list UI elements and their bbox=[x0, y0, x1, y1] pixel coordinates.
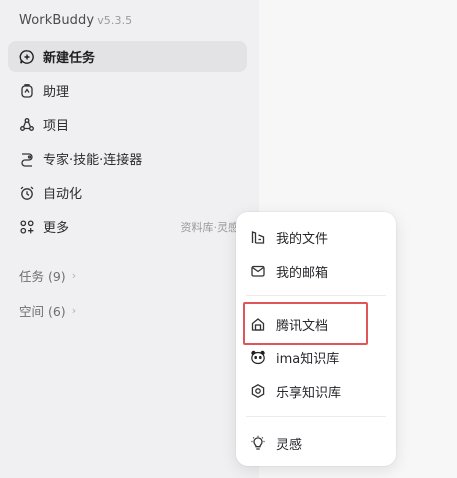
assistant-label: 助理 bbox=[43, 85, 70, 100]
sidebar: WorkBuddy v5.3.5 新建任务 助理 项目 专家·技能·连接器 自动… bbox=[0, 0, 259, 478]
my-files-label: 我的文件 bbox=[276, 231, 329, 247]
app-version: v5.3.5 bbox=[97, 14, 133, 27]
sidebar-item-assistant[interactable]: 助理 bbox=[8, 75, 247, 106]
tencent-docs-icon bbox=[250, 316, 266, 332]
inspiration-label: 灵感 bbox=[276, 437, 303, 453]
experts-icon bbox=[19, 151, 35, 167]
menu-divider bbox=[246, 416, 386, 417]
new-task-button[interactable]: 新建任务 bbox=[8, 41, 247, 72]
projects-label: 项目 bbox=[43, 119, 70, 134]
mail-icon bbox=[250, 263, 266, 279]
lexiang-label: 乐享知识库 bbox=[276, 385, 342, 401]
lexiang-icon bbox=[250, 383, 266, 399]
alarm-clock-icon bbox=[19, 185, 35, 201]
menu-item-my-mail[interactable]: 我的邮箱 bbox=[244, 256, 388, 286]
menu-divider bbox=[246, 295, 386, 296]
menu-item-lexiang[interactable]: 乐享知识库 bbox=[244, 376, 388, 406]
section-tasks[interactable]: 任务 (9) › bbox=[19, 266, 76, 285]
panda-icon bbox=[250, 349, 266, 365]
chevron-right-icon: › bbox=[71, 304, 77, 317]
more-apps-icon bbox=[19, 219, 35, 235]
menu-item-ima[interactable]: ima知识库 bbox=[244, 342, 388, 372]
sidebar-item-projects[interactable]: 项目 bbox=[8, 109, 247, 140]
more-hint: 资料库·灵感 bbox=[180, 220, 240, 234]
experts-label: 专家·技能·连接器 bbox=[43, 153, 143, 168]
menu-item-inspiration[interactable]: 灵感 bbox=[244, 428, 388, 458]
files-icon bbox=[250, 229, 266, 245]
automation-label: 自动化 bbox=[43, 187, 83, 202]
app-window: WorkBuddy v5.3.5 新建任务 助理 项目 专家·技能·连接器 自动… bbox=[0, 0, 457, 478]
chevron-right-icon: › bbox=[71, 269, 77, 282]
app-name: WorkBuddy bbox=[19, 13, 95, 28]
assistant-icon bbox=[19, 83, 35, 99]
sidebar-item-experts[interactable]: 专家·技能·连接器 bbox=[8, 143, 247, 174]
my-mail-label: 我的邮箱 bbox=[276, 265, 329, 281]
sidebar-item-more[interactable]: 更多 资料库·灵感 bbox=[8, 211, 247, 242]
sidebar-item-automation[interactable]: 自动化 bbox=[8, 177, 247, 208]
more-popup-menu: 我的文件 我的邮箱 腾讯文档 ima知识库 乐享知识库 灵感 bbox=[236, 212, 396, 466]
lightbulb-icon bbox=[250, 435, 266, 451]
menu-item-tencent-docs[interactable]: 腾讯文档 bbox=[244, 309, 388, 339]
menu-item-my-files[interactable]: 我的文件 bbox=[244, 222, 388, 252]
app-brand: WorkBuddy v5.3.5 bbox=[19, 13, 132, 28]
spaces-section-label: 空间 (6) bbox=[19, 304, 66, 319]
new-task-icon bbox=[19, 49, 35, 65]
tasks-section-label: 任务 (9) bbox=[19, 269, 66, 284]
projects-icon bbox=[19, 117, 35, 133]
new-task-label: 新建任务 bbox=[43, 51, 96, 66]
tencent-docs-label: 腾讯文档 bbox=[276, 318, 329, 334]
section-spaces[interactable]: 空间 (6) › bbox=[19, 301, 76, 320]
ima-label: ima知识库 bbox=[276, 351, 340, 367]
more-label: 更多 bbox=[43, 221, 70, 236]
